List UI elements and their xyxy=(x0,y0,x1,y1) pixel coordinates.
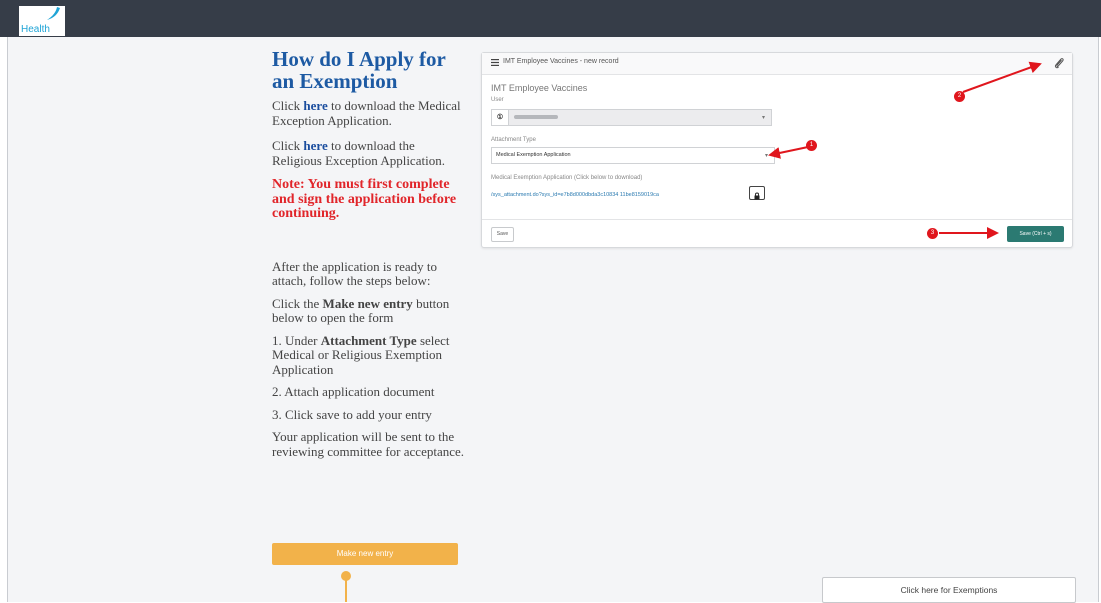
attachment-type-value: Medical Exemption Application xyxy=(496,152,571,158)
hamburger-menu-icon[interactable] xyxy=(491,59,499,66)
step-marker-2: 2 xyxy=(954,91,965,102)
save-button-left[interactable]: Save xyxy=(491,227,514,242)
health-logo[interactable]: Health xyxy=(19,6,65,36)
paperclip-icon[interactable] xyxy=(1054,57,1064,69)
info-icon[interactable]: ① xyxy=(492,110,509,125)
connector-dot xyxy=(341,571,351,581)
user-value-redacted xyxy=(514,115,558,119)
save-ctrl-s-button[interactable]: Save (Ctrl + s) xyxy=(1007,226,1064,242)
step-marker-1: 1 xyxy=(806,140,817,151)
steps-intro: After the application is ready to attach… xyxy=(272,258,437,288)
form-header: IMT Employee Vaccines - new record xyxy=(482,53,1072,75)
step-make-entry: Click the Make new entry button below to… xyxy=(272,295,450,325)
attachment-type-select[interactable]: Medical Exemption Application ▾ xyxy=(491,147,775,164)
logo-text: Health xyxy=(21,24,50,35)
form-divider xyxy=(482,219,1072,220)
page-title: How do I Apply for an Exemption xyxy=(272,47,446,93)
attachment-type-label: Attachment Type xyxy=(491,137,536,143)
user-field[interactable]: ① ▾ xyxy=(491,109,772,126)
lock-button[interactable] xyxy=(749,186,765,200)
chevron-down-icon: ▾ xyxy=(765,153,769,159)
medical-download-text: Click here to download the Medical Excep… xyxy=(272,98,461,128)
make-new-entry-button[interactable]: Make new entry xyxy=(272,543,458,565)
medical-download-link[interactable]: here xyxy=(303,98,327,113)
user-label: User xyxy=(491,97,504,103)
step-2: 2. Attach application document xyxy=(272,384,435,399)
form-title: IMT Employee Vaccines xyxy=(491,83,588,93)
submission-info: Your application will be sent to the rev… xyxy=(272,429,465,459)
top-bar: Health xyxy=(0,0,1101,37)
religious-download-text: Click here to download the Religious Exc… xyxy=(272,138,445,168)
logo-swoosh-icon xyxy=(47,7,60,20)
form-screenshot: IMT Employee Vaccines - new record IMT E… xyxy=(481,52,1073,248)
click-here-for-exemptions-button[interactable]: Click here for Exemptions xyxy=(822,577,1076,603)
lock-icon xyxy=(754,192,760,200)
step-1: 1. Under Attachment Type select Medical … xyxy=(272,332,450,377)
religious-download-link[interactable]: here xyxy=(303,138,327,153)
form-header-title: IMT Employee Vaccines - new record xyxy=(503,58,619,65)
step-3: 3. Click save to add your entry xyxy=(272,406,432,422)
step-marker-3: 3 xyxy=(927,228,938,239)
download-label: Medical Exemption Application (Click bel… xyxy=(491,175,643,181)
chevron-down-icon: ▾ xyxy=(762,115,766,121)
attachment-download-link[interactable]: /sys_attachment.do?sys_id=e7b8d000dbda3c… xyxy=(491,192,659,198)
instructions-panel: How do I Apply for an Exemption Click he… xyxy=(272,48,467,467)
note-text: Note: You must first complete and sign t… xyxy=(272,177,457,221)
